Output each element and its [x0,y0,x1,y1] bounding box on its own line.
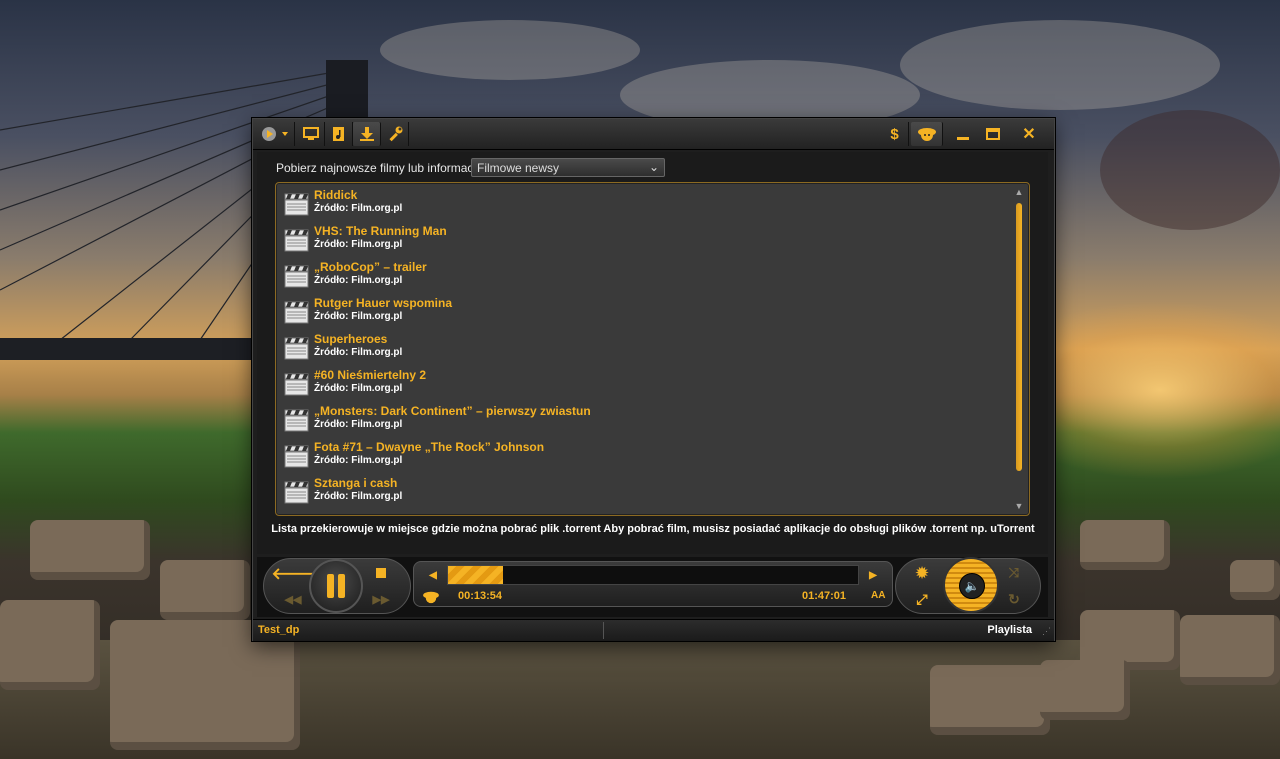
clapperboard-icon [284,265,309,288]
repeat-icon[interactable]: ↻ [1003,589,1025,609]
category-select-value: Filmowe newsy [477,161,560,175]
clapperboard-icon [284,193,309,216]
subtitle-button[interactable]: AA [871,590,885,601]
minimize-icon[interactable] [947,122,979,146]
clapperboard-icon [284,337,309,360]
seek-bar[interactable] [447,565,859,585]
list-item[interactable]: #60 Nieśmiertelny 2 Źródło: Film.org.pl [284,367,1004,401]
playlist-button[interactable]: Playlista [987,624,1032,636]
dollar-icon[interactable]: $ [881,122,909,146]
back-icon[interactable]: 🡐 [272,563,315,583]
list-item-title[interactable]: VHS: The Running Man [314,224,447,238]
seek-progress [448,566,504,584]
list-item[interactable]: „RoboCop” – trailer Źródło: Film.org.pl [284,259,1004,293]
list-scrollbar[interactable]: ▲ ▼ [1014,187,1024,511]
list-item-source: Źródło: Film.org.pl [314,491,403,502]
seek-next-icon[interactable]: ▶ [863,565,883,585]
current-file-name: Test_dp [258,624,300,636]
category-select[interactable]: Filmowe newsy ⌄ [471,158,665,177]
clapperboard-icon [284,481,309,504]
list-item[interactable]: VHS: The Running Man Źródło: Film.org.pl [284,223,1004,257]
close-icon[interactable]: ✕ [1013,122,1045,146]
download-icon[interactable] [353,122,381,146]
list-item-title[interactable]: „RoboCop” – trailer [314,260,427,274]
playback-controls: 🡐 ◀◀ ▶▶ ◀ ▶ 00:13:54 01:47:01 AA ✹ ⤢ 🔈 ⤨… [257,557,1048,617]
list-item-source: Źródło: Film.org.pl [314,383,403,394]
scroll-thumb[interactable] [1016,203,1022,471]
pause-button[interactable] [309,559,363,613]
clapperboard-icon [284,301,309,324]
list-item-title[interactable]: Riddick [314,188,357,202]
rewind-icon[interactable]: ◀◀ [281,589,305,609]
pause-icon [327,574,334,598]
stop-icon[interactable] [369,563,393,583]
download-label: Pobierz najnowsze filmy lub informacje [276,161,483,175]
list-item-source: Źródło: Film.org.pl [314,455,403,466]
clapperboard-icon [284,409,309,432]
scroll-up-icon[interactable]: ▲ [1014,187,1024,197]
list-item[interactable]: Superheroes Źródło: Film.org.pl [284,331,1004,365]
list-item-source: Źródło: Film.org.pl [314,347,403,358]
list-item-title[interactable]: Rutger Hauer wspomina [314,296,452,310]
seek-prev-icon[interactable]: ◀ [423,565,443,585]
list-item-title[interactable]: Sztanga i cash [314,476,397,490]
chevron-down-icon: ⌄ [648,160,659,174]
settings-gear-icon[interactable]: ✹ [911,563,933,583]
list-item[interactable]: Riddick Źródło: Film.org.pl [284,187,1004,221]
speaker-icon: 🔈 [959,573,985,599]
list-item-source: Źródło: Film.org.pl [314,275,403,286]
music-file-icon[interactable] [325,122,353,146]
torrent-note: Lista przekierowuje w miejsce gdzie możn… [271,523,1035,535]
fast-forward-icon[interactable]: ▶▶ [369,589,393,609]
list-item-source: Źródło: Film.org.pl [314,311,403,322]
clapperboard-icon [284,229,309,252]
list-item[interactable]: Rutger Hauer wspomina Źródło: Film.org.pl [284,295,1004,329]
news-list[interactable]: Riddick Źródło: Film.org.pl VHS: The Runni… [275,182,1030,516]
list-item-title[interactable]: #60 Nieśmiertelny 2 [314,368,426,382]
list-item[interactable]: „Monsters: Dark Continent” – pierwszy zw… [284,403,1004,437]
smiley-icon[interactable] [911,122,943,146]
list-item[interactable]: Fota #71 – Dwayne „The Rock” Johnson Źród… [284,439,1004,473]
resize-grip-icon[interactable]: ⋰ [1042,626,1051,637]
clapperboard-icon [284,373,309,396]
status-bar: Test_dp Playlista ⋰ [253,619,1054,641]
list-item-title[interactable]: Fota #71 – Dwayne „The Rock” Johnson [314,440,544,454]
list-item-source: Źródło: Film.org.pl [314,419,403,430]
shuffle-icon[interactable]: ⤨ [1003,563,1025,583]
title-bar: $ ✕ [253,119,1054,150]
list-item-source: Źródło: Film.org.pl [314,203,403,214]
media-menu-icon[interactable] [257,122,295,146]
player-window: $ ✕ Pobierz najnowsze filmy lub informac… [252,118,1055,641]
list-item-source: Źródło: Film.org.pl [314,239,403,250]
clapperboard-icon [284,445,309,468]
volume-knob[interactable]: 🔈 [943,557,999,613]
list-item[interactable]: Sztanga i cash Źródło: Film.org.pl [284,475,1004,509]
maximize-icon[interactable] [977,122,1009,146]
list-item-title[interactable]: „Monsters: Dark Continent” – pierwszy zw… [314,404,591,418]
scroll-down-icon[interactable]: ▼ [1014,501,1024,511]
wrench-icon[interactable] [381,122,409,146]
list-item-title[interactable]: Superheroes [314,332,387,346]
total-time: 01:47:01 [802,590,847,602]
monitor-icon[interactable] [297,122,325,146]
elapsed-time: 00:13:54 [458,590,503,602]
fullscreen-icon[interactable]: ⤢ [911,589,933,609]
smiley-status-icon[interactable] [419,587,443,607]
